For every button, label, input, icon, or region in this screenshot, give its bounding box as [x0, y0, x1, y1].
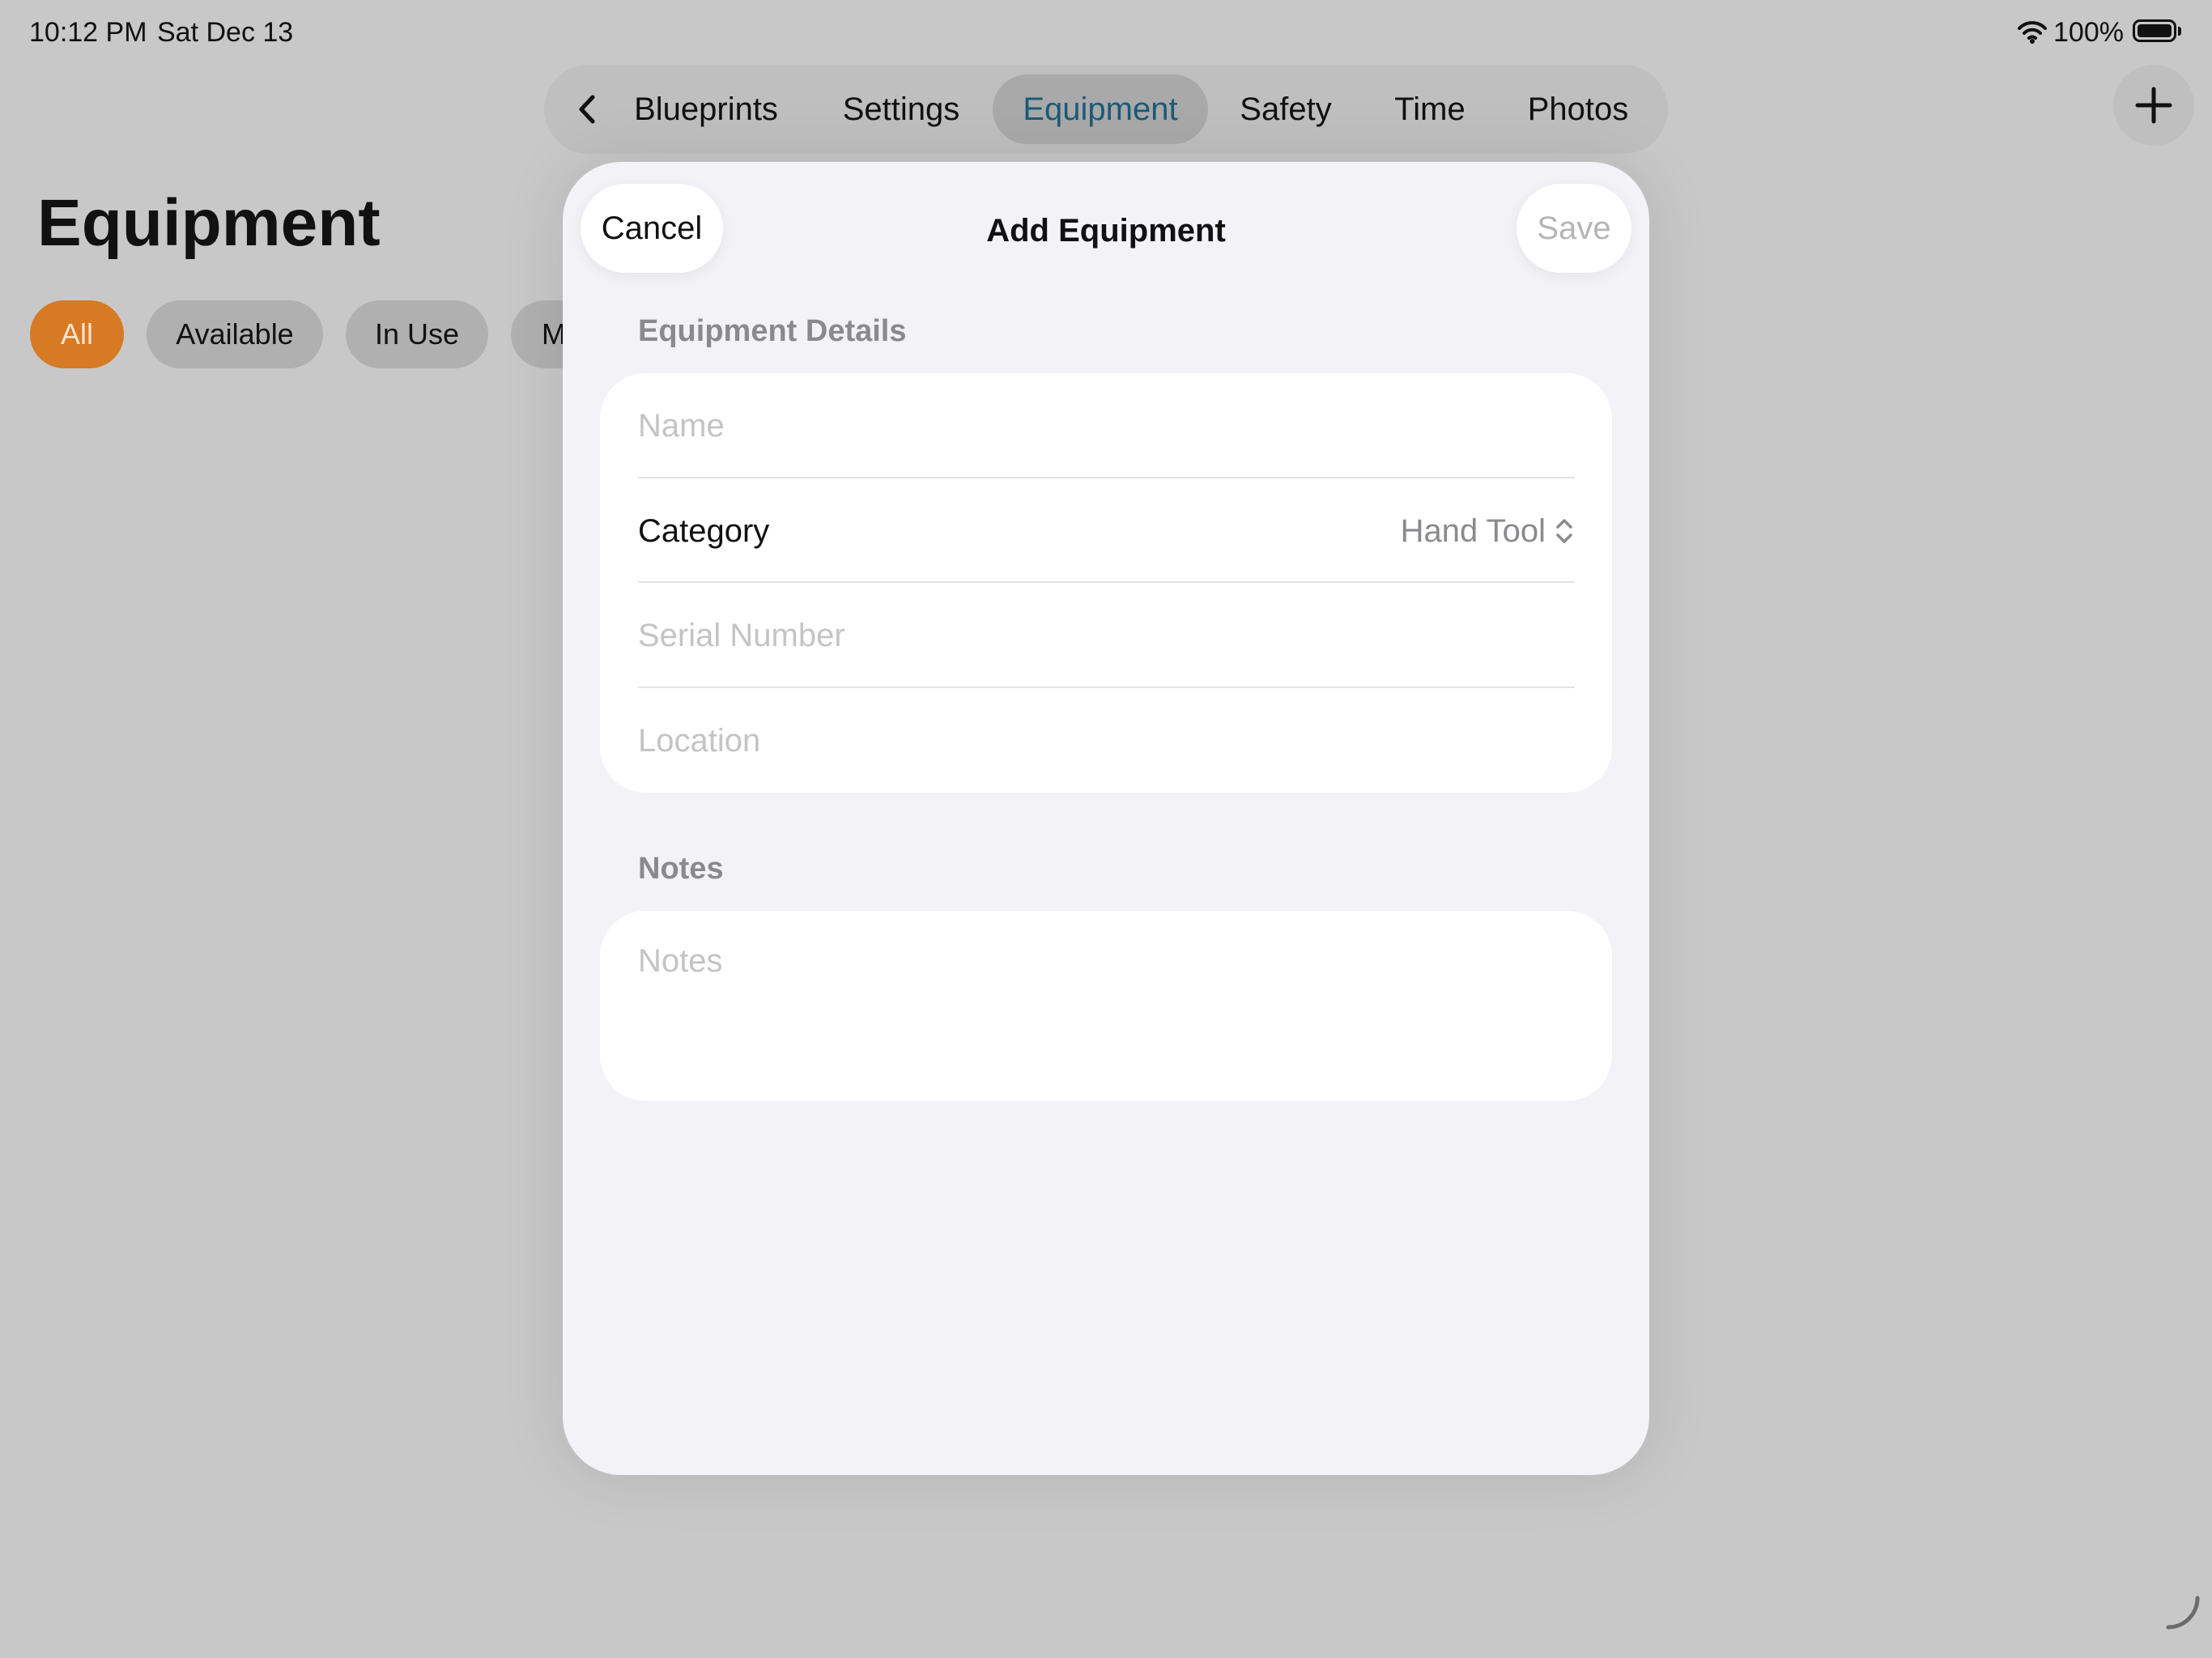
- tab-settings[interactable]: Settings: [826, 74, 976, 144]
- section-header-equipment-details: Equipment Details: [638, 314, 907, 348]
- save-button[interactable]: Save: [1516, 184, 1631, 273]
- category-value: Hand Tool: [1400, 513, 1546, 549]
- tab-photos[interactable]: Photos: [1517, 74, 1639, 144]
- category-label: Category: [638, 513, 770, 549]
- section-header-notes: Notes: [638, 852, 724, 886]
- divider: [638, 477, 1575, 478]
- page-title: Equipment: [37, 186, 381, 260]
- battery-tip: [2178, 27, 2181, 36]
- notes-field[interactable]: Notes: [638, 937, 1569, 1074]
- tab-equipment[interactable]: Equipment: [993, 74, 1208, 144]
- name-field[interactable]: Name: [638, 402, 1569, 450]
- battery-percentage: 100%: [2053, 17, 2124, 48]
- equipment-details-card: Name Category Hand Tool Serial Number Lo…: [600, 373, 1612, 793]
- chevron-left-icon: [579, 95, 595, 124]
- location-field[interactable]: Location: [638, 716, 1569, 765]
- tab-blueprints[interactable]: Blueprints: [617, 74, 795, 144]
- plus-icon: [2135, 87, 2172, 124]
- notes-card: Notes: [600, 911, 1612, 1101]
- status-date: Sat Dec 13: [157, 17, 294, 48]
- category-picker[interactable]: Hand Tool: [1401, 507, 1575, 555]
- divider: [638, 581, 1575, 583]
- filter-all[interactable]: All: [30, 300, 124, 368]
- status-time: 10:12 PM: [29, 17, 147, 48]
- battery-icon: [2133, 19, 2176, 42]
- filter-in-use[interactable]: In Use: [346, 300, 488, 368]
- cancel-button[interactable]: Cancel: [581, 184, 723, 273]
- add-equipment-sheet: Cancel Add Equipment Save Equipment Deta…: [563, 162, 1649, 1475]
- add-button[interactable]: [2113, 65, 2194, 146]
- back-button[interactable]: [559, 81, 615, 138]
- sheet-title: Add Equipment: [986, 213, 1226, 249]
- divider: [638, 687, 1575, 688]
- tab-safety[interactable]: Safety: [1229, 74, 1342, 144]
- serial-number-field[interactable]: Serial Number: [638, 611, 1569, 660]
- wifi-icon: [2018, 21, 2047, 44]
- tab-time[interactable]: Time: [1385, 74, 1475, 144]
- chevron-up-down-icon: [1556, 519, 1572, 543]
- filter-available[interactable]: Available: [147, 300, 323, 368]
- resize-handle-icon[interactable]: [2163, 1593, 2202, 1632]
